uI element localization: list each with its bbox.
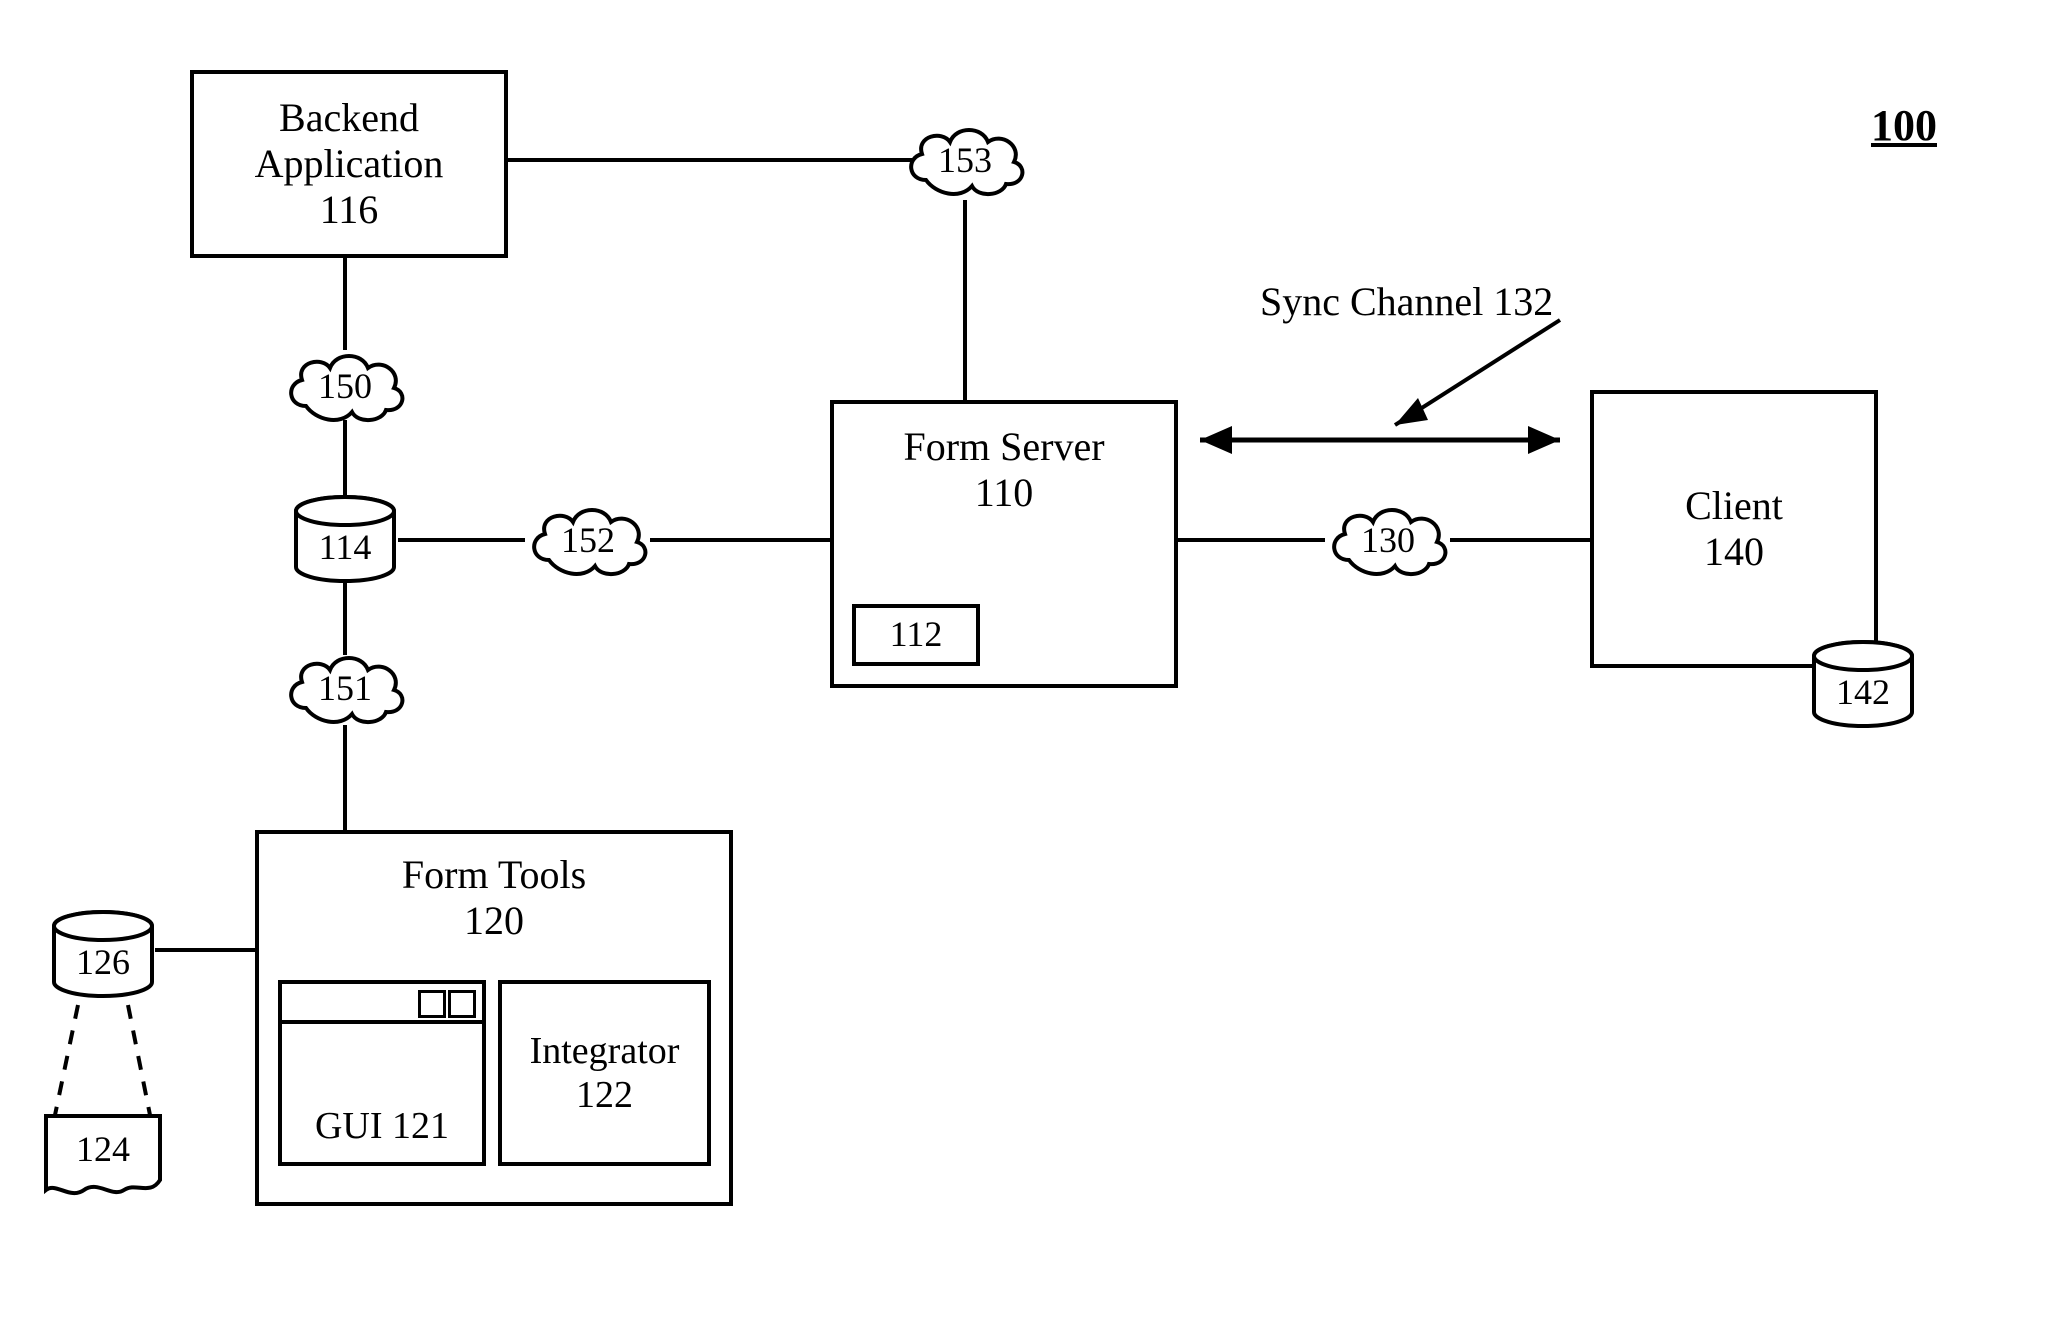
form-server-box: Form Server 110 112 bbox=[830, 400, 1178, 688]
database-icon-126: 126 bbox=[50, 910, 156, 1000]
client-box: Client 140 bbox=[1590, 390, 1878, 668]
client-number: 140 bbox=[1704, 529, 1764, 575]
gui-window-titlebar bbox=[282, 984, 482, 1024]
cloud-icon-153: 153 bbox=[902, 122, 1028, 198]
database-icon-142: 142 bbox=[1810, 640, 1916, 730]
integrator-title: Integrator bbox=[530, 1029, 680, 1073]
form-tools-number: 120 bbox=[464, 898, 524, 944]
window-button-icon bbox=[448, 990, 476, 1018]
form-server-number: 110 bbox=[975, 470, 1034, 516]
backend-application-title-line1: Backend bbox=[279, 95, 419, 141]
db-142-label: 142 bbox=[1836, 657, 1890, 713]
page-124-label: 124 bbox=[40, 1128, 166, 1170]
cloud-icon-152: 152 bbox=[525, 502, 651, 578]
cloud-150-label: 150 bbox=[318, 365, 372, 407]
page-icon-124: 124 bbox=[40, 1110, 166, 1200]
form-server-inner-112: 112 bbox=[852, 604, 980, 666]
integrator-box: Integrator 122 bbox=[498, 980, 711, 1166]
cloud-153-label: 153 bbox=[938, 139, 992, 181]
cloud-icon-130: 130 bbox=[1325, 502, 1451, 578]
cloud-icon-150: 150 bbox=[282, 348, 408, 424]
cloud-icon-151: 151 bbox=[282, 650, 408, 726]
db-114-label: 114 bbox=[319, 512, 372, 568]
cloud-130-label: 130 bbox=[1361, 519, 1415, 561]
inner-112-label: 112 bbox=[890, 614, 943, 655]
sync-channel-label: Sync Channel 132 bbox=[1260, 278, 1553, 325]
gui-window-label: GUI 121 bbox=[282, 1104, 482, 1148]
backend-application-title-line2: Application bbox=[255, 141, 444, 187]
gui-window-icon: GUI 121 bbox=[278, 980, 486, 1166]
backend-application-number: 116 bbox=[320, 187, 379, 233]
client-title: Client bbox=[1685, 483, 1783, 529]
form-server-title: Form Server bbox=[903, 424, 1104, 470]
cloud-152-label: 152 bbox=[561, 519, 615, 561]
diagram-canvas: 100 Backend Application 116 Form Server … bbox=[0, 0, 2067, 1334]
figure-number: 100 bbox=[1871, 100, 1937, 151]
db-126-label: 126 bbox=[76, 927, 130, 983]
window-button-icon bbox=[418, 990, 446, 1018]
backend-application-box: Backend Application 116 bbox=[190, 70, 508, 258]
integrator-number: 122 bbox=[576, 1073, 633, 1117]
form-tools-title: Form Tools bbox=[402, 852, 586, 898]
database-icon-114: 114 bbox=[292, 495, 398, 585]
cloud-151-label: 151 bbox=[318, 667, 372, 709]
